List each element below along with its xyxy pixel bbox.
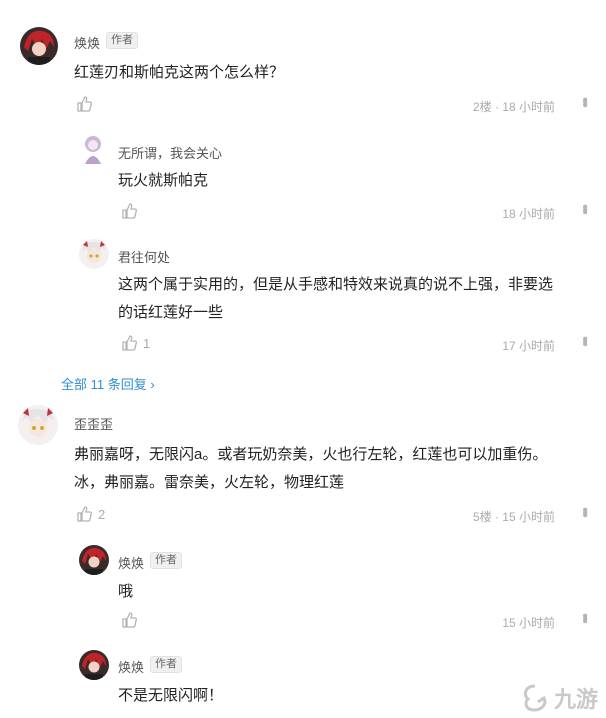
author-badge: 作者 [150,656,182,673]
author-name[interactable]: 歪歪歪 [74,414,113,433]
watermark-text: 九游 [553,687,598,712]
watermark: 九游 [520,682,598,714]
author-name[interactable]: 无所谓，我会关心 [118,143,222,162]
comment-text-line: 的话红莲好一些 [118,304,224,321]
avatar[interactable] [18,405,58,445]
avatar[interactable] [79,239,109,269]
view-all-replies-link[interactable]: 全部 11 条回复 › [61,374,155,393]
author-name[interactable]: 焕焕 [118,657,144,676]
like-button[interactable] [76,96,98,112]
avatar[interactable] [79,650,109,680]
author-badge: 作者 [106,32,138,49]
comment-meta: 15 小时前 [502,616,555,630]
comment-text: 哦 [118,583,134,600]
comment-meta: 17 小时前 [502,339,555,353]
thumbs-up-icon [77,96,92,112]
comment-text: 弗丽嘉呀，无限闪a。或者玩奶奈美，火也行左轮，红莲也可以加重伤。 [74,446,548,463]
like-button[interactable]: 2 [76,506,105,522]
more-vertical-icon[interactable]: ••• [576,97,593,105]
comment-meta: 18 小时前 [502,207,555,221]
comment-text-line: 冰，弗丽嘉。雷奈美，火左轮，物理红莲 [74,474,345,491]
more-vertical-icon[interactable]: ••• [576,507,593,515]
comment-text: 不是无限闪啊！ [118,687,224,704]
like-count: 2 [98,506,106,522]
more-vertical-icon[interactable]: ••• [576,613,593,621]
comment-text: 玩火就斯帕克 [118,172,209,189]
like-button[interactable]: 1 [121,335,150,351]
thumbs-up-icon [122,335,137,351]
avatar[interactable] [20,27,58,65]
thumbs-up-icon [122,203,137,219]
like-count: 1 [143,335,151,351]
avatar[interactable] [79,134,107,166]
author-name[interactable]: 焕焕 [118,553,144,572]
like-button[interactable] [121,612,143,628]
comment-meta: 2楼 · 18 小时前 [472,100,555,114]
like-button[interactable] [121,203,143,219]
thumbs-up-icon [77,506,92,522]
more-vertical-icon[interactable]: ••• [576,336,593,344]
comment-text: 红莲刃和斯帕克这两个怎么样？ [74,64,285,81]
comment-text: 这两个属于实用的，但是从手感和特效来说真的说不上强，非要选 [118,276,554,293]
author-name[interactable]: 焕焕 [74,33,100,52]
avatar[interactable] [79,545,109,575]
thumbs-up-icon [122,612,137,628]
comment-meta: 5楼 · 15 小时前 [472,510,555,524]
watermark-logo-icon [523,684,547,712]
author-name[interactable]: 君往何处 [118,247,170,266]
more-vertical-icon[interactable]: ••• [576,204,593,212]
author-badge: 作者 [150,552,182,569]
